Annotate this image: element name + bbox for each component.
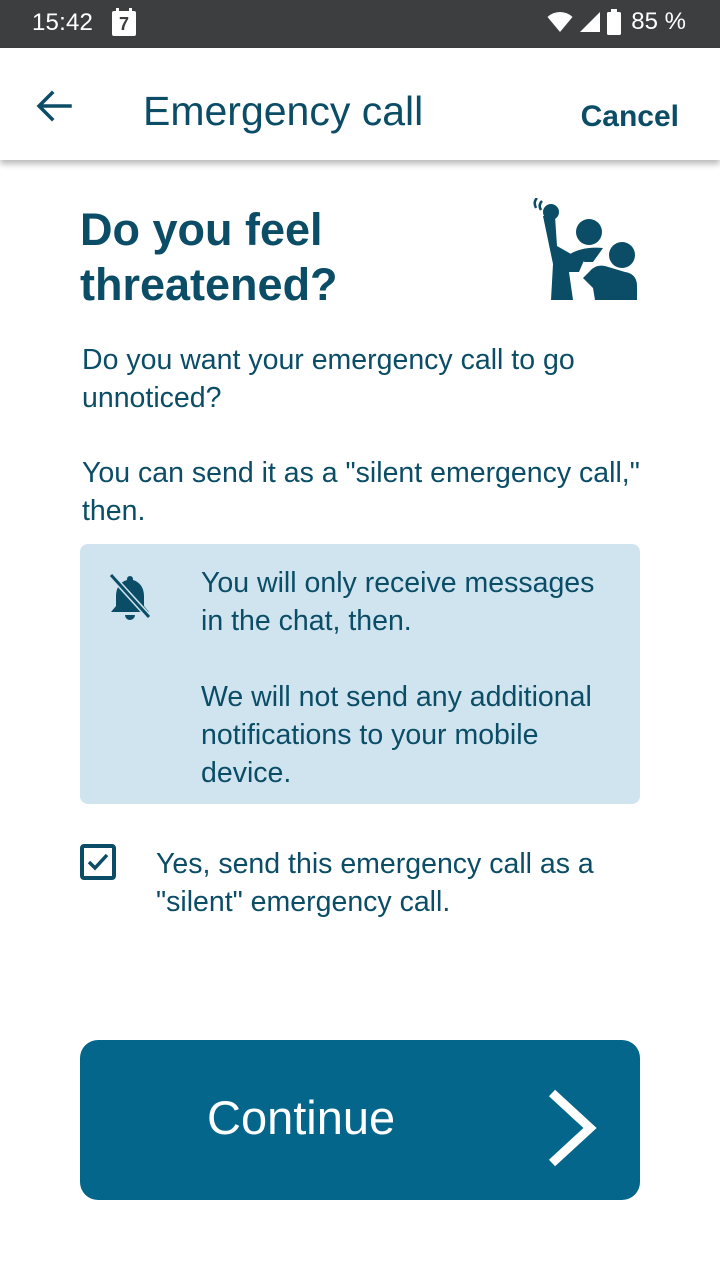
battery-icon [607,9,622,35]
app-bar: Emergency call Cancel [0,48,720,160]
calendar-icon: 7 [112,8,136,36]
back-button[interactable] [30,86,80,126]
status-time: 15:42 [32,9,94,36]
continue-button[interactable]: Continue [80,1040,640,1200]
cancel-button[interactable]: Cancel [581,100,679,134]
info-box: You will only receive messages in the ch… [80,544,640,804]
silent-call-checkbox[interactable] [80,844,116,880]
threatened-people-icon [533,198,637,300]
checkmark-icon [87,853,109,871]
info-text-notifications: We will not send any additional notifica… [201,681,592,789]
chevron-right-icon [548,1089,597,1167]
cell-signal-icon [580,12,601,32]
page-title: Emergency call [143,88,424,134]
silent-call-label[interactable]: Yes, send this emergency call as a "sile… [156,845,636,921]
continue-label: Continue [207,1091,396,1144]
question-heading: Do you feel threatened? [80,204,338,310]
battery-percent: 85 % [631,8,686,35]
intro-explanation: You can send it as a "silent emergency c… [82,457,640,527]
bell-off-icon [108,572,152,621]
intro-question: Do you want your emergency call to go un… [82,344,575,414]
status-bar: 15:42 7 85 % [0,0,720,48]
wifi-icon [547,11,573,32]
arrow-left-icon [36,90,72,122]
info-text-chat: You will only receive messages in the ch… [201,567,595,637]
status-indicators: 85 % [547,8,686,36]
